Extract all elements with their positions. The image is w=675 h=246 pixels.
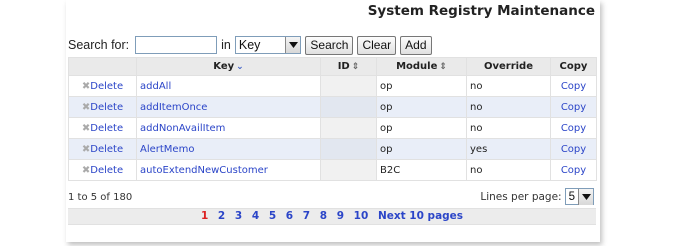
lines-per-page: Lines per page: 5 <box>480 188 594 205</box>
pagination: 1 2 3 4 5 6 7 8 9 10 Next 10 pages <box>68 208 596 225</box>
table-row: ✖Delete AlertMemo op yes Copy <box>68 138 597 160</box>
column-header-id[interactable]: ID ⇕ <box>320 57 377 76</box>
search-input[interactable] <box>135 36 218 54</box>
delete-cell: ✖Delete <box>68 96 137 118</box>
module-header-label: Module <box>396 61 438 72</box>
copy-cell: Copy <box>550 117 597 139</box>
id-cell <box>320 75 377 97</box>
delete-cell: ✖Delete <box>68 117 137 139</box>
override-cell: no <box>466 75 551 97</box>
page-link[interactable]: 6 <box>286 210 293 222</box>
page-title: System Registry Maintenance <box>367 3 595 19</box>
chevron-down-icon: ⌄ <box>236 62 244 72</box>
in-label: in <box>221 38 231 52</box>
search-button[interactable]: Search <box>305 35 354 55</box>
delete-link[interactable]: Delete <box>90 102 123 113</box>
x-icon: ✖ <box>81 101 91 113</box>
id-header-label: ID <box>337 61 350 72</box>
dropdown-arrow-icon[interactable] <box>285 37 301 53</box>
page-link[interactable]: 7 <box>303 210 310 222</box>
id-cell <box>320 96 377 118</box>
key-link[interactable]: autoExtendNewCustomer <box>140 165 268 176</box>
next-pages-link[interactable]: Next 10 pages <box>378 210 463 222</box>
page-link[interactable]: 10 <box>354 210 369 222</box>
copy-cell: Copy <box>550 138 597 160</box>
sort-arrows-icon: ⇕ <box>351 62 360 72</box>
copy-link[interactable]: Copy <box>561 102 586 113</box>
page-link[interactable]: 9 <box>337 210 344 222</box>
search-field-value: Key <box>238 38 261 52</box>
table-row: ✖Delete addNonAvailItem op no Copy <box>68 117 597 139</box>
page-current: 1 <box>200 210 209 222</box>
clear-button[interactable]: Clear <box>357 35 397 55</box>
delete-cell: ✖Delete <box>68 159 137 181</box>
page-link[interactable]: 3 <box>235 210 242 222</box>
key-link[interactable]: addNonAvailItem <box>140 123 225 134</box>
column-header-copy: Copy <box>550 57 597 76</box>
x-icon: ✖ <box>81 164 91 176</box>
add-button[interactable]: Add <box>400 35 432 55</box>
module-cell: op <box>376 96 467 118</box>
column-header-delete <box>68 57 137 76</box>
delete-cell: ✖Delete <box>68 75 137 97</box>
key-cell: AlertMemo <box>136 138 321 160</box>
copy-link[interactable]: Copy <box>561 165 586 176</box>
search-bar: Search for: in Key Search Clear Add <box>68 35 432 55</box>
delete-cell: ✖Delete <box>68 138 137 160</box>
column-header-override: Override <box>466 57 551 76</box>
lines-per-page-select[interactable]: 5 <box>564 188 594 205</box>
x-icon: ✖ <box>81 143 91 155</box>
override-cell: yes <box>466 138 551 160</box>
override-cell: no <box>466 159 551 181</box>
copy-link[interactable]: Copy <box>561 123 586 134</box>
column-header-key[interactable]: Key ⌄ <box>136 57 321 76</box>
key-cell: autoExtendNewCustomer <box>136 159 321 181</box>
column-header-module[interactable]: Module ⇕ <box>376 57 467 76</box>
key-cell: addNonAvailItem <box>136 117 321 139</box>
x-icon: ✖ <box>81 122 91 134</box>
delete-link[interactable]: Delete <box>90 165 123 176</box>
search-field-select[interactable]: Key <box>234 36 302 54</box>
key-cell: addAll <box>136 75 321 97</box>
table-row: ✖Delete addItemOnce op no Copy <box>68 96 597 118</box>
override-cell: no <box>466 96 551 118</box>
copy-cell: Copy <box>550 159 597 181</box>
page-link[interactable]: 4 <box>252 210 259 222</box>
module-cell: op <box>376 117 467 139</box>
lines-per-page-value: 5 <box>568 190 575 203</box>
table-header-row: Key ⌄ ID ⇕ Module ⇕ Override Copy <box>68 57 597 76</box>
page-link[interactable]: 2 <box>218 210 225 222</box>
copy-link[interactable]: Copy <box>561 144 586 155</box>
record-count: 1 to 5 of 180 <box>68 192 133 203</box>
override-cell: no <box>466 117 551 139</box>
table-row: ✖Delete addAll op no Copy <box>68 75 597 97</box>
key-link[interactable]: addAll <box>140 81 171 92</box>
key-header-label: Key <box>213 61 235 72</box>
lines-per-page-label: Lines per page: <box>480 190 562 203</box>
page-link[interactable]: 8 <box>320 210 327 222</box>
key-link[interactable]: AlertMemo <box>140 144 194 155</box>
sort-arrows-icon: ⇕ <box>439 62 447 72</box>
module-cell: op <box>376 138 467 160</box>
search-label: Search for: <box>68 38 130 52</box>
key-link[interactable]: addItemOnce <box>140 102 207 113</box>
id-cell <box>320 159 377 181</box>
page-link[interactable]: 5 <box>269 210 276 222</box>
delete-link[interactable]: Delete <box>90 81 123 92</box>
delete-link[interactable]: Delete <box>90 123 123 134</box>
registry-table: Key ⌄ ID ⇕ Module ⇕ Override Copy ✖Delete a… <box>68 57 597 181</box>
copy-link[interactable]: Copy <box>561 81 586 92</box>
x-icon: ✖ <box>81 80 91 92</box>
module-cell: B2C <box>376 159 467 181</box>
copy-cell: Copy <box>550 75 597 97</box>
copy-cell: Copy <box>550 96 597 118</box>
id-cell <box>320 117 377 139</box>
key-cell: addItemOnce <box>136 96 321 118</box>
id-cell <box>320 138 377 160</box>
module-cell: op <box>376 75 467 97</box>
delete-link[interactable]: Delete <box>90 144 123 155</box>
dropdown-arrow-icon[interactable] <box>578 188 593 205</box>
table-row: ✖Delete autoExtendNewCustomer B2C no Cop… <box>68 159 597 181</box>
